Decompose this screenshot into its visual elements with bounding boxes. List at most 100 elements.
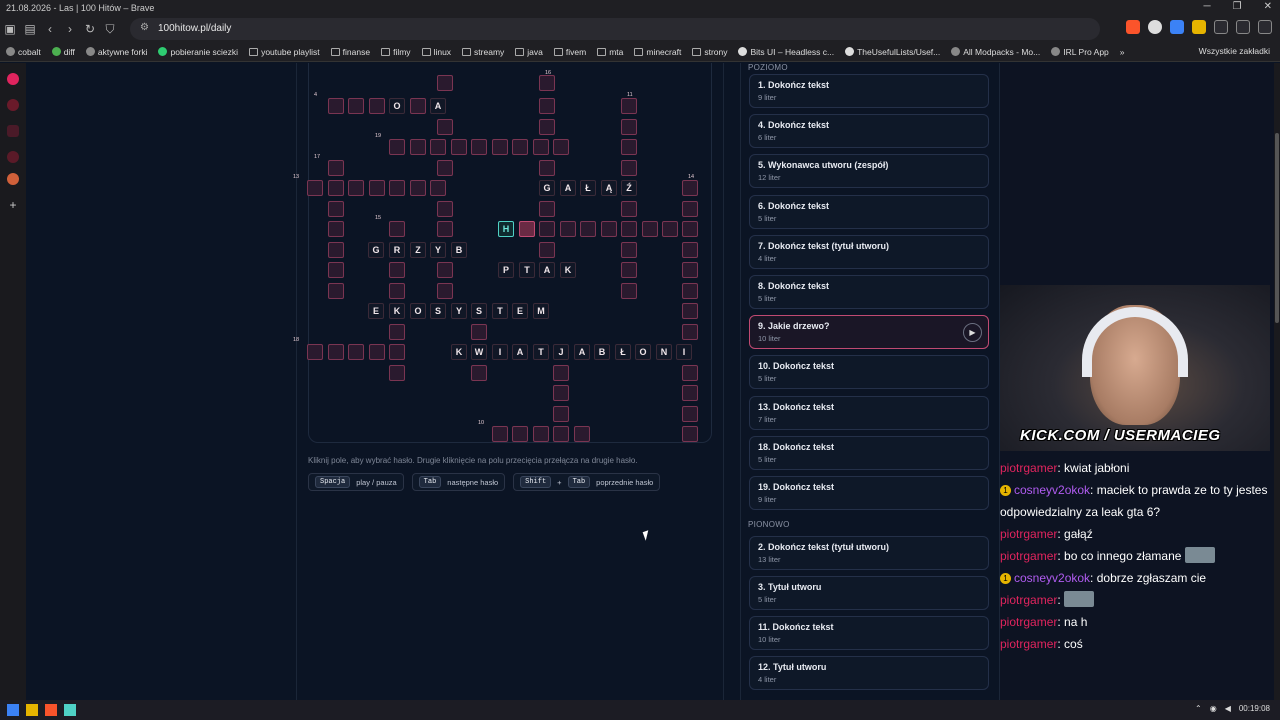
close-icon[interactable]: ✕ [1264,1,1272,12]
crossword-cell[interactable] [539,221,555,237]
crossword-cell[interactable]: N [656,344,672,360]
clue-item[interactable]: 18. Dokończ tekst 5 liter [749,435,989,470]
crossword-cell[interactable] [512,139,528,155]
crossword-cell[interactable] [328,98,344,114]
bookmark-item[interactable]: java [515,47,543,57]
crossword-cell[interactable] [539,119,555,135]
bookmark-item[interactable]: mta [597,47,623,57]
clue-item[interactable]: 5. Wykonawca utworu (zespół) 12 liter [749,154,989,189]
volume-icon[interactable]: ◀ [1225,704,1231,713]
crossword-cell[interactable] [389,344,405,360]
crossword-cell[interactable]: S [430,303,446,319]
crossword-cell[interactable] [621,139,637,155]
site-settings-icon[interactable]: ⚙ [140,22,149,33]
crossword-cell[interactable] [328,201,344,217]
crossword-cell[interactable] [539,75,555,91]
crossword-cell[interactable] [410,98,426,114]
crossword-cell[interactable] [682,262,698,278]
crossword-cell[interactable] [437,221,453,237]
crossword-cell[interactable]: O [635,344,651,360]
crossword-cell[interactable] [492,139,508,155]
forward-icon[interactable]: › [60,19,80,39]
clue-item[interactable]: 11. Dokończ tekst 10 liter [749,616,989,651]
crossword-cell[interactable] [430,180,446,196]
clue-item[interactable]: 19. Dokończ tekst 9 liter [749,476,989,510]
start-icon[interactable] [7,704,19,716]
crossword-cell[interactable] [389,180,405,196]
bookmark-item[interactable]: Bits UI – Headless c... [738,47,834,57]
crossword-cell[interactable] [389,283,405,299]
crossword-cell[interactable] [369,180,385,196]
chat-username[interactable]: piotrgamer [1000,593,1057,607]
crossword-cell[interactable] [492,426,508,442]
crossword-cell[interactable]: A [539,262,555,278]
add-icon[interactable]: + [7,199,19,211]
crossword-cell[interactable] [348,180,364,196]
crossword-cell[interactable] [410,139,426,155]
clue-item[interactable]: 13. Dokończ tekst 7 liter [749,395,989,430]
back-icon[interactable]: ‹ [40,19,60,39]
crossword-cell[interactable]: K [389,303,405,319]
crossword-cell[interactable] [642,221,658,237]
crossword-cell[interactable] [471,324,487,340]
crossword-cell[interactable] [682,303,698,319]
extension-icon[interactable] [1192,20,1206,34]
tabs-icon[interactable]: ▤ [20,19,40,39]
crossword-cell[interactable]: W [471,344,487,360]
crossword-cell[interactable] [389,324,405,340]
extension-icon[interactable] [1170,20,1184,34]
reload-icon[interactable]: ↻ [80,19,100,39]
crossword-cell[interactable] [682,426,698,442]
page-scrollbar[interactable] [1274,63,1280,700]
chat-username[interactable]: cosneyv2okok [1014,483,1090,497]
crossword-cell[interactable]: T [492,303,508,319]
clue-item[interactable]: 10. Dokończ tekst 5 liter [749,355,989,390]
clue-item[interactable]: 9. Jakie drzewo? 10 liter ▶ [749,315,989,350]
crossword-cell[interactable] [389,221,405,237]
minimize-icon[interactable]: ─ [1204,1,1211,12]
crossword-cell[interactable] [389,365,405,381]
clue-item[interactable]: 1. Dokończ tekst 9 liter [749,74,989,108]
network-icon[interactable]: ◉ [1210,704,1217,713]
clue-item[interactable]: 2. Dokończ tekst (tytuł utworu) 13 liter [749,536,989,571]
tray-arrow-icon[interactable]: ⌃ [1195,704,1202,713]
crossword-cell[interactable]: S [471,303,487,319]
crossword-cell[interactable] [682,221,698,237]
crossword-cell[interactable]: M [533,303,549,319]
crossword-cell[interactable] [369,98,385,114]
crossword-cell[interactable]: K [560,262,576,278]
crossword-cell[interactable] [539,242,555,258]
crossword-cell[interactable] [389,262,405,278]
crossword-cell[interactable] [621,262,637,278]
crossword-cell[interactable] [328,283,344,299]
crossword-cell[interactable] [553,426,569,442]
crossword-cell[interactable]: G [539,180,555,196]
chat-username[interactable]: piotrgamer [1000,527,1057,541]
crossword-cell[interactable] [682,180,698,196]
crossword-cell[interactable] [389,139,405,155]
chat-username[interactable]: piotrgamer [1000,615,1057,629]
crossword-cell[interactable] [580,221,596,237]
crossword-cell[interactable] [437,201,453,217]
crossword-cell[interactable] [348,98,364,114]
crossword-cell[interactable] [328,180,344,196]
crossword-cell[interactable] [553,406,569,422]
crossword-cell[interactable]: I [492,344,508,360]
crossword-cell[interactable] [662,221,678,237]
bookmark-item[interactable]: youtube playlist [249,47,320,57]
bookmark-item[interactable]: All Modpacks - Mo... [951,47,1040,57]
sidebar-app-icon[interactable] [7,99,19,111]
crossword-cell[interactable]: K [451,344,467,360]
crossword-cell[interactable]: G [368,242,384,258]
bookmark-item[interactable]: linux [421,47,451,57]
crossword-cell[interactable] [539,201,555,217]
brave-shields-icon[interactable] [1126,20,1140,34]
crossword-cell[interactable] [471,365,487,381]
crossword-cell[interactable]: E [512,303,528,319]
crossword-cell[interactable] [533,426,549,442]
crossword-cell[interactable] [437,283,453,299]
crossword-cell[interactable] [437,262,453,278]
crossword-cell[interactable] [553,365,569,381]
sidebar-app-icon[interactable] [7,73,19,85]
crossword-cell[interactable] [621,119,637,135]
